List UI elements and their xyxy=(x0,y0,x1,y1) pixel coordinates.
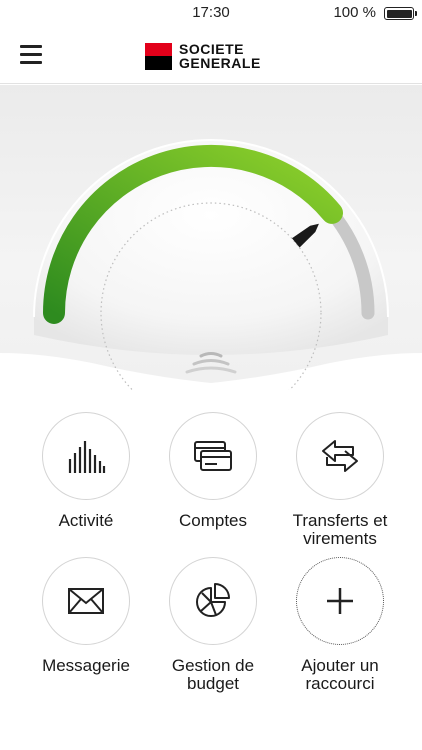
battery-icon xyxy=(384,7,417,20)
shortcut-comptes-label: Comptes xyxy=(178,511,248,530)
gauge-graphic xyxy=(0,85,422,390)
transfer-arrows-icon xyxy=(322,440,358,472)
activity-bars-icon xyxy=(68,441,106,473)
pie-chart-icon xyxy=(196,583,230,617)
shortcut-comptes[interactable]: Comptes xyxy=(143,412,283,530)
shortcut-messagerie-label: Messagerie xyxy=(42,656,130,675)
battery-percentage: 100 % xyxy=(333,4,376,21)
logo-mark-icon xyxy=(145,42,172,70)
shortcut-transferts-label: Transferts et virements xyxy=(292,511,388,548)
app-header: SOCIETE GENERALE xyxy=(0,26,422,84)
shortcut-activite-circle[interactable] xyxy=(42,412,130,500)
shortcut-transferts[interactable]: Transferts et virements xyxy=(270,412,410,548)
plus-icon xyxy=(327,588,353,614)
cards-icon xyxy=(194,441,232,471)
shortcut-ajouter-label: Ajouter un raccourci xyxy=(301,656,379,693)
logo-text: SOCIETE GENERALE xyxy=(179,42,261,70)
shortcut-activite[interactable]: Activité xyxy=(16,412,156,530)
logo-line-1: SOCIETE xyxy=(179,41,244,57)
add-shortcut-button[interactable] xyxy=(296,557,384,645)
hamburger-icon[interactable] xyxy=(20,45,42,65)
shortcut-messagerie[interactable]: Messagerie xyxy=(16,557,156,675)
status-bar: 17:30 100 % xyxy=(0,0,422,26)
shortcut-comptes-circle[interactable] xyxy=(169,412,257,500)
envelope-icon xyxy=(68,588,104,614)
shortcut-ajouter[interactable]: Ajouter un raccourci xyxy=(270,557,410,693)
balance-gauge[interactable] xyxy=(0,85,422,390)
shortcut-activite-label: Activité xyxy=(58,511,114,530)
shortcut-budget-circle[interactable] xyxy=(169,557,257,645)
shortcut-budget-label: Gestion de budget xyxy=(171,656,255,693)
societe-generale-logo: SOCIETE GENERALE xyxy=(145,42,261,70)
shortcut-messagerie-circle[interactable] xyxy=(42,557,130,645)
shortcut-transferts-circle[interactable] xyxy=(296,412,384,500)
swipe-handle-icon[interactable] xyxy=(181,347,241,377)
shortcut-budget[interactable]: Gestion de budget xyxy=(143,557,283,693)
logo-line-2: GENERALE xyxy=(179,55,261,71)
